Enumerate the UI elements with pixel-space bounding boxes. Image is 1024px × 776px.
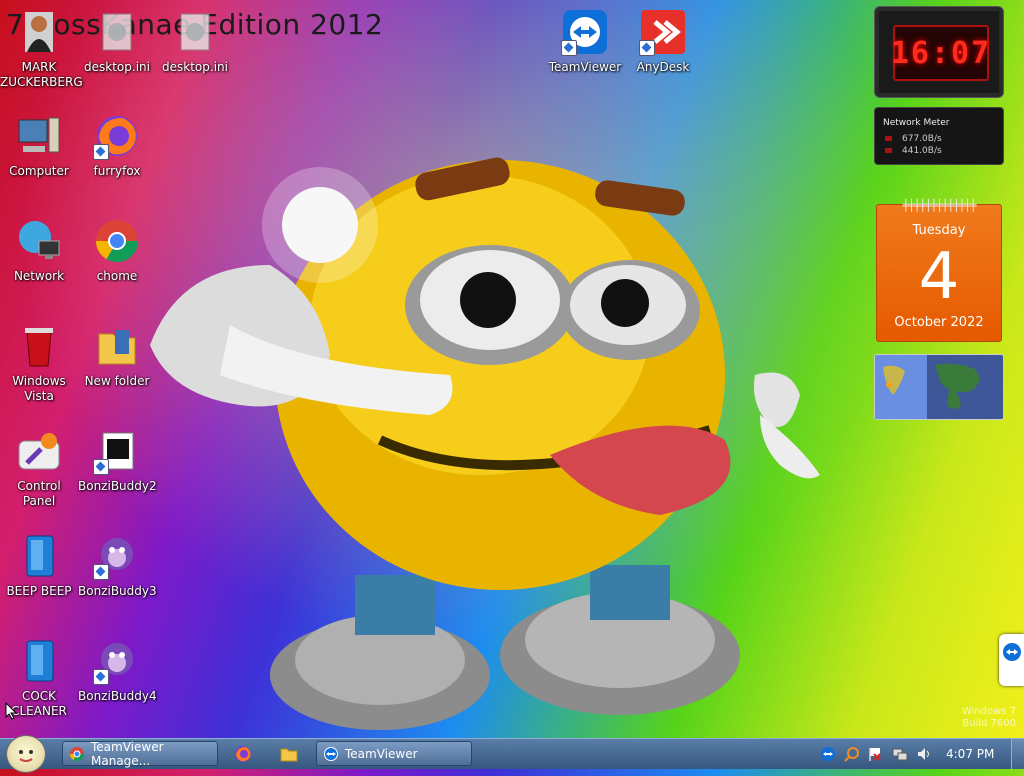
firefox-icon[interactable]: [234, 745, 252, 763]
mouse-cursor-icon: [5, 702, 17, 720]
desktop-icon-furryfox[interactable]: furryfox: [78, 112, 156, 179]
taskbar-button-label: TeamViewer Manage...: [91, 739, 164, 768]
shortcut-arrow-icon: [93, 669, 109, 685]
bonzi-icon: [93, 637, 141, 685]
control-panel-icon: [15, 427, 63, 475]
desktop-icon-teamviewer[interactable]: TeamViewer: [546, 8, 624, 75]
search-icon[interactable]: [844, 746, 860, 762]
desktop-icon-anydesk[interactable]: AnyDesk: [624, 8, 702, 75]
blue-app-icon: [15, 637, 63, 685]
volume-icon[interactable]: [916, 746, 932, 762]
shortcut-arrow-icon: [561, 40, 577, 56]
shortcut-arrow-icon: [93, 564, 109, 580]
calendar-gadget[interactable]: ╪╪╪╪╪╪╪╪╪╪╪╪╪ Tuesday 4 October 2022: [876, 199, 1002, 342]
icon-label: BEEP BEEP: [6, 584, 72, 598]
taskbar-button-teamviewer-manager[interactable]: TeamViewer Manage...: [62, 739, 218, 768]
watermark-line1: Windows 7: [961, 706, 1016, 717]
taskbar-button-teamviewer[interactable]: TeamViewer: [316, 741, 472, 766]
desktop-icon-network[interactable]: Network: [0, 217, 78, 284]
smiley-wallpaper-image: [150, 157, 820, 730]
icon-label: AnyDesk: [636, 60, 690, 74]
clock-time: 16:07: [890, 35, 992, 71]
clock-gadget[interactable]: 16:07: [874, 6, 1004, 98]
icon-label: BonziBuddy4: [78, 689, 157, 703]
network-upload-value: 677.0B/s: [902, 134, 942, 144]
start-button[interactable]: [6, 735, 46, 773]
desktop-icon-chome[interactable]: chome: [78, 217, 156, 284]
media-file-icon: [93, 427, 141, 475]
shortcut-arrow-icon: [93, 144, 109, 160]
desktop-icon-bonzibuddy2[interactable]: BonziBuddy2: [78, 427, 157, 494]
network-icon[interactable]: [892, 746, 908, 762]
desktop-icon-desktop-ini-2[interactable]: desktop.ini: [156, 8, 234, 75]
desktop-icon-desktop-ini-1[interactable]: desktop.ini: [78, 8, 156, 75]
settings-file-icon: [93, 8, 141, 56]
teamviewer-icon: [1003, 643, 1021, 661]
settings-file-icon: [171, 8, 219, 56]
desktop-icon-bonzibuddy4[interactable]: BonziBuddy4: [78, 637, 157, 704]
taskbar-clock[interactable]: 4:07 PM: [946, 747, 994, 761]
chrome-icon: [70, 746, 84, 761]
icon-label: Network: [13, 269, 65, 283]
icon-label: desktop.ini: [162, 60, 228, 74]
icon-label: BonziBuddy2: [78, 479, 157, 493]
desktop-watermark: Windows 7 Build 7600: [962, 706, 1016, 730]
network-download-value: 441.0B/s: [902, 146, 942, 156]
network-upload-row: 677.0B/s: [885, 134, 942, 144]
shortcut-arrow-icon: [639, 40, 655, 56]
watermark-line2: Build 7600: [962, 718, 1016, 729]
show-desktop-button[interactable]: [1011, 739, 1024, 769]
icon-label: chome: [96, 269, 138, 283]
anydesk-icon: [639, 8, 687, 56]
desktop-icon-control-panel[interactable]: Control Panel: [0, 427, 78, 509]
world-map-gadget[interactable]: [874, 354, 1004, 420]
desktop-icon-computer[interactable]: Computer: [0, 112, 78, 179]
firefox-icon: [93, 112, 141, 160]
calendar-day: 4: [918, 240, 960, 314]
folder-icon: [93, 322, 141, 370]
icon-label: Computer: [9, 164, 69, 178]
taskbar-button-label: TeamViewer: [345, 746, 418, 761]
desktop-icon-windows-vista[interactable]: Windows Vista: [0, 322, 78, 404]
blue-app-icon: [15, 532, 63, 580]
bonzi-icon: [93, 532, 141, 580]
teamviewer-side-tab[interactable]: [999, 634, 1024, 686]
start-face-icon: [19, 750, 33, 762]
folder-icon[interactable]: [280, 745, 298, 763]
computer-icon: [15, 112, 63, 160]
clock-screen: 16:07: [890, 25, 992, 81]
calendar-weekday: Tuesday: [912, 223, 966, 238]
icon-label: TeamViewer: [548, 60, 622, 74]
shortcut-arrow-icon: [93, 459, 109, 475]
calendar-rings: ╪╪╪╪╪╪╪╪╪╪╪╪╪: [902, 199, 976, 212]
network-meter-title: Network Meter: [883, 118, 950, 128]
world-map-icon: [875, 355, 1003, 419]
teamviewer-icon: [324, 746, 338, 761]
taskbar: TeamViewer Manage... TeamViewer 4:07 PM: [0, 735, 1024, 773]
icon-label: desktop.ini: [84, 60, 150, 74]
desktop-icon-bonzibuddy3[interactable]: BonziBuddy3: [78, 532, 157, 599]
chrome-icon: [93, 217, 141, 265]
icon-label: MARK ZUCKERBERG: [0, 60, 83, 89]
desktop-icon-beep-beep[interactable]: BEEP BEEP: [0, 532, 78, 599]
network-download-row: 441.0B/s: [885, 146, 942, 156]
desktop-icon-new-folder[interactable]: New folder: [78, 322, 156, 389]
calendar-month-year: October 2022: [894, 315, 984, 330]
icon-label: Control Panel: [17, 479, 61, 508]
icon-label: furryfox: [93, 164, 141, 178]
teamviewer-icon: [561, 8, 609, 56]
desktop-icon-mark-zuckerberg[interactable]: MARK ZUCKERBERG: [0, 8, 83, 90]
network-meter-gadget[interactable]: Network Meter 677.0B/s 441.0B/s: [874, 107, 1004, 165]
person-icon: [19, 8, 59, 56]
network-icon: [15, 217, 63, 265]
recycle-bin-icon: [15, 322, 63, 370]
flag-icon[interactable]: [868, 746, 884, 762]
teamviewer-icon[interactable]: [820, 746, 836, 762]
icon-label: BonziBuddy3: [78, 584, 157, 598]
icon-label: Windows Vista: [12, 374, 66, 403]
icon-label: New folder: [84, 374, 150, 388]
